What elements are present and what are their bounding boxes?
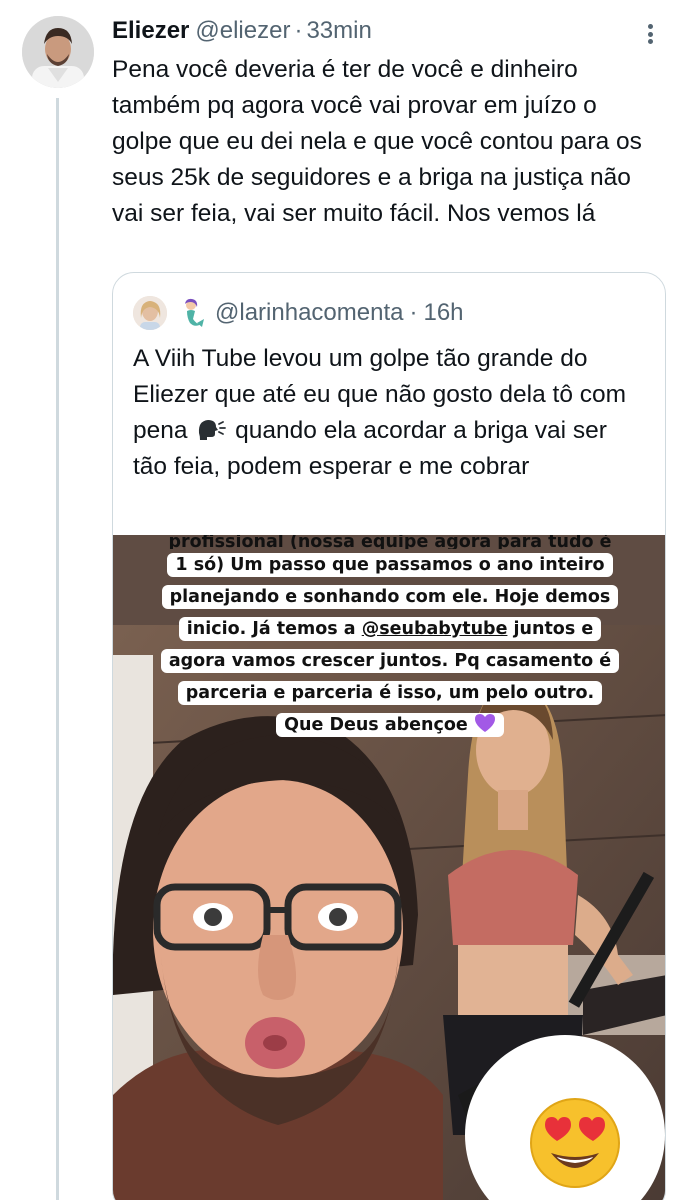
caption-line: planejando e sonhando com ele. Hoje demo… (161, 585, 619, 609)
quote-author-handle[interactable]: @larinhacomenta (215, 299, 403, 327)
quote-time[interactable]: 16h (423, 299, 463, 327)
speaking-head-icon (196, 417, 227, 441)
heart-eyes-emoji-icon (527, 1095, 623, 1191)
quoted-tweet[interactable]: @larinhacomenta · 16h A Viih Tube levou … (112, 272, 666, 1200)
story-caption: profissional (nossa equipe agora para tu… (153, 535, 627, 741)
tweet[interactable]: Eliezer @eliezer · 33min Pena você dever… (112, 14, 668, 232)
mermaid-icon (175, 297, 207, 329)
thread-line (56, 98, 59, 1200)
caption-cut-line: profissional (nossa equipe agora para tu… (168, 535, 612, 549)
caption-mention: @seubabytube (361, 619, 508, 639)
caption-text: juntos e (513, 619, 594, 639)
separator-dot: · (294, 17, 303, 44)
quote-header: @larinhacomenta · 16h (133, 295, 464, 331)
caption-line: 1 só) Um passo que passamos o ano inteir… (167, 553, 613, 577)
author-avatar[interactable] (22, 16, 94, 88)
purple-heart-icon (474, 713, 496, 733)
author-handle[interactable]: @eliezer (195, 14, 290, 48)
quote-media-image[interactable]: profissional (nossa equipe agora para tu… (113, 535, 665, 1200)
quote-separator-dot: · (409, 299, 418, 326)
tweet-text: Pena você deveria é ter de você e dinhei… (112, 56, 642, 227)
more-options-icon[interactable] (640, 20, 660, 48)
caption-line: inicio. Já temos a @seubabytube juntos e (178, 617, 602, 641)
avatar-photo (22, 16, 94, 88)
caption-line: parceria e parceria é isso, um pelo outr… (177, 681, 603, 705)
author-name[interactable]: Eliezer (112, 14, 189, 48)
tweet-time[interactable]: 33min (306, 14, 371, 48)
quote-text: A Viih Tube levou um golpe tão grande do… (133, 341, 647, 485)
caption-text: inicio. Já temos a (186, 619, 356, 639)
tweet-header: Eliezer @eliezer · 33min (112, 14, 668, 48)
caption-line: agora vamos crescer juntos. Pq casamento… (160, 649, 620, 673)
caption-text: Que Deus abençoe (284, 715, 468, 735)
quote-author-avatar[interactable] (133, 296, 167, 330)
caption-line: Que Deus abençoe (276, 713, 504, 737)
